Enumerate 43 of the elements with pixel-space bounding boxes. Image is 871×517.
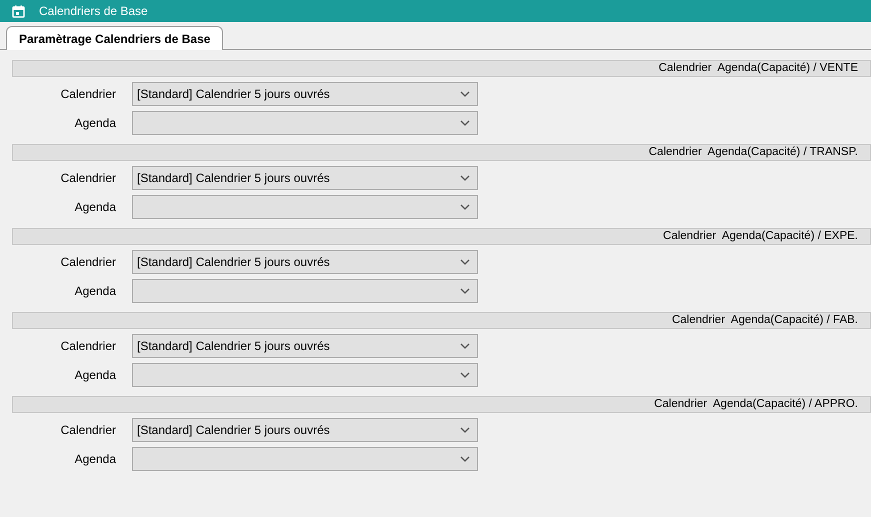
chevron-down-icon [460,204,470,210]
dropdown-value: [Standard] Calendrier 5 jours ouvrés [137,422,330,439]
field-label: Agenda [74,199,117,216]
chevron-down-icon [460,288,470,294]
section-title: Calendrier Agenda(Capacité) / FAB. [672,312,858,328]
chevron-down-icon [460,427,470,433]
window-title: Calendriers de Base [39,3,148,20]
field-label: Calendrier [60,338,117,355]
field-label: Calendrier [60,170,117,187]
calendar-icon [12,4,25,18]
dropdown[interactable] [132,363,478,387]
dropdown-value: [Standard] Calendrier 5 jours ouvrés [137,254,330,271]
dropdown-value: [Standard] Calendrier 5 jours ouvrés [137,86,330,103]
dropdown[interactable]: [Standard] Calendrier 5 jours ouvrés [132,334,478,358]
field-label: Agenda [74,283,117,300]
dropdown[interactable]: [Standard] Calendrier 5 jours ouvrés [132,82,478,106]
field-label: Agenda [74,115,117,132]
field-label: Agenda [74,367,117,384]
dropdown-value: [Standard] Calendrier 5 jours ouvrés [137,170,330,187]
dropdown[interactable] [132,279,478,303]
chevron-down-icon [460,259,470,265]
section-title: Calendrier Agenda(Capacité) / APPRO. [654,396,858,412]
field-label: Calendrier [60,86,117,103]
chevron-down-icon [460,175,470,181]
section-title: Calendrier Agenda(Capacité) / TRANSP. [648,144,858,160]
dropdown[interactable]: [Standard] Calendrier 5 jours ouvrés [132,250,478,274]
chevron-down-icon [460,120,470,126]
tab[interactable]: Paramètrage Calendriers de Base [6,26,224,50]
dropdown[interactable]: [Standard] Calendrier 5 jours ouvrés [132,166,478,190]
section-title: Calendrier Agenda(Capacité) / VENTE [658,60,858,76]
dropdown[interactable] [132,111,478,135]
chevron-down-icon [460,372,470,378]
section-title: Calendrier Agenda(Capacité) / EXPE. [663,228,858,244]
field-label: Calendrier [60,422,117,439]
dropdown[interactable]: [Standard] Calendrier 5 jours ouvrés [132,418,478,442]
chevron-down-icon [460,343,470,349]
chevron-down-icon [460,456,470,462]
dropdown[interactable] [132,195,478,219]
field-label: Calendrier [60,254,117,271]
dropdown-value: [Standard] Calendrier 5 jours ouvrés [137,338,330,355]
field-label: Agenda [74,451,117,468]
dropdown[interactable] [132,447,478,471]
chevron-down-icon [460,91,470,97]
